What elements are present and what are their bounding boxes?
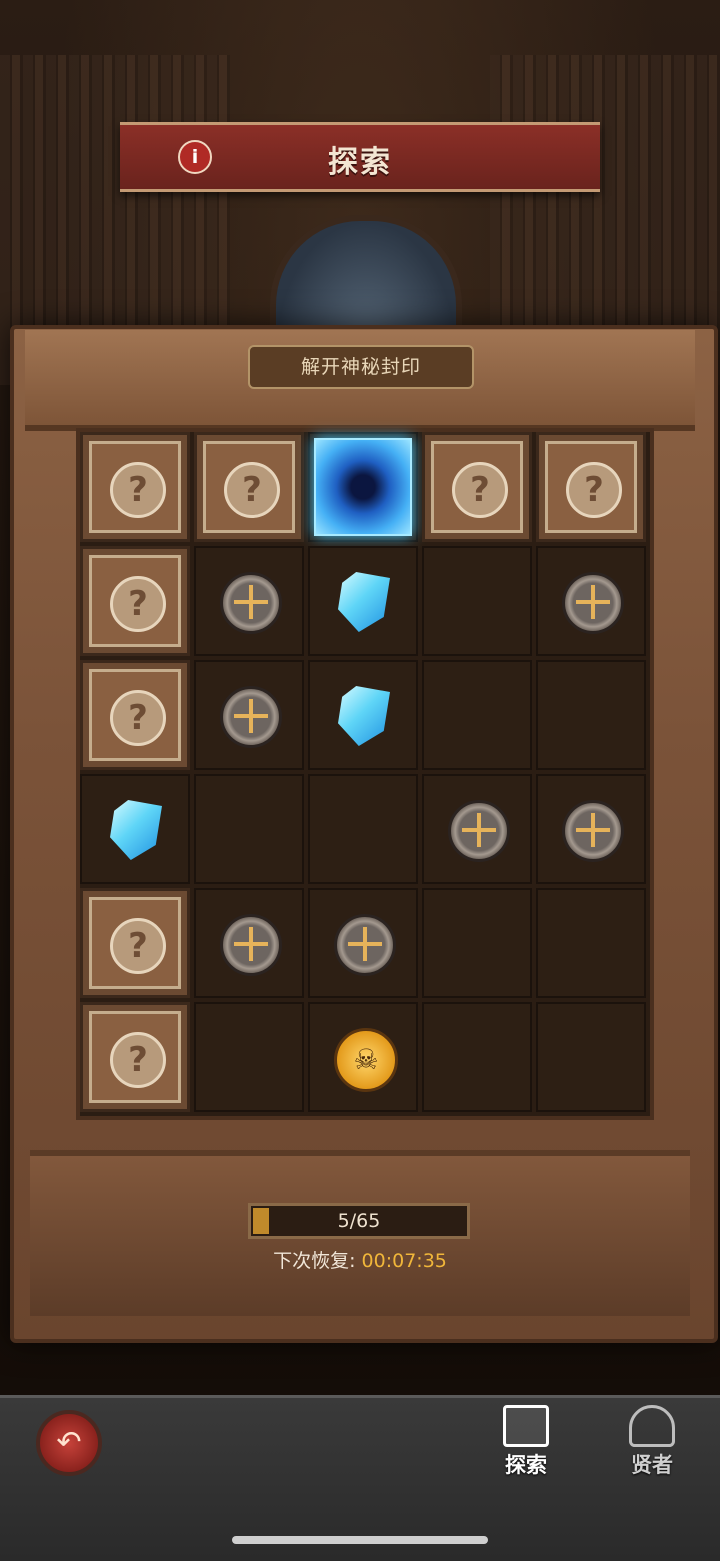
question-mark-icon: ? <box>452 462 508 518</box>
recover-timer: 下次恢复: 00:07:35 <box>0 1246 720 1273</box>
nav-tab-sage[interactable]: 贤者 <box>612 1405 692 1485</box>
cross-medal-icon <box>448 800 510 862</box>
nav-tab-sage-label: 贤者 <box>631 1453 673 1477</box>
nav-tab-explore[interactable]: 探索 <box>486 1405 566 1485</box>
grid-cell-medal[interactable] <box>194 546 304 656</box>
cross-medal-icon <box>220 572 282 634</box>
energy-progress-text: 5/65 <box>337 1210 381 1232</box>
grid-cell-crystal[interactable] <box>308 546 418 656</box>
grid-cell-sealed[interactable]: ? <box>80 546 190 656</box>
question-mark-icon: ? <box>224 462 280 518</box>
grid-cell-empty[interactable] <box>422 660 532 770</box>
recover-label: 下次恢复: <box>273 1250 356 1272</box>
crystal-icon <box>338 572 390 632</box>
cross-medal-icon <box>220 914 282 976</box>
grid-cell-sealed[interactable]: ? <box>80 888 190 998</box>
grid-cell-empty[interactable] <box>536 1002 646 1112</box>
grid-cell-sealed[interactable]: ? <box>194 432 304 542</box>
shelf-icon <box>503 1405 549 1447</box>
recover-time: 00:07:35 <box>361 1250 447 1272</box>
grid-cell-empty[interactable] <box>194 1002 304 1112</box>
cross-medal-icon <box>562 800 624 862</box>
board-subtitle: 解开神秘封印 <box>248 345 474 389</box>
question-mark-icon: ? <box>566 462 622 518</box>
grid-cell-sealed[interactable]: ? <box>536 432 646 542</box>
grid-cell-medal[interactable] <box>536 774 646 884</box>
question-mark-icon: ? <box>110 576 166 632</box>
grid-cell-medal[interactable] <box>536 546 646 656</box>
question-mark-icon: ? <box>110 462 166 518</box>
cross-medal-icon <box>334 914 396 976</box>
cross-medal-icon <box>220 686 282 748</box>
grid-cell-medal[interactable] <box>194 888 304 998</box>
grid-cell-crystal[interactable] <box>308 660 418 770</box>
grid-cell-empty[interactable] <box>536 660 646 770</box>
grid-cell-skull-coin[interactable]: ☠ <box>308 1002 418 1112</box>
crystal-icon <box>338 686 390 746</box>
info-icon[interactable]: i <box>178 140 212 174</box>
grid-cell-medal[interactable] <box>422 774 532 884</box>
grid-cell-empty[interactable] <box>308 774 418 884</box>
crystal-icon <box>110 800 162 860</box>
cross-medal-icon <box>562 572 624 634</box>
skull-coin-icon: ☠ <box>334 1028 398 1092</box>
exploration-grid: ???????? ☠ <box>76 428 654 1120</box>
grid-cell-empty[interactable] <box>536 888 646 998</box>
portal-icon <box>314 438 412 536</box>
grid-cell-medal[interactable] <box>308 888 418 998</box>
energy-progress-bar: 5/65 <box>248 1203 470 1239</box>
grid-cell-empty[interactable] <box>194 774 304 884</box>
question-mark-icon: ? <box>110 690 166 746</box>
grid-cell-medal[interactable] <box>194 660 304 770</box>
grid-cell-portal[interactable] <box>308 432 418 542</box>
home-indicator[interactable] <box>232 1536 488 1544</box>
grid-cell-empty[interactable] <box>422 1002 532 1112</box>
nav-tab-explore-label: 探索 <box>505 1453 547 1477</box>
grid-cell-empty[interactable] <box>422 888 532 998</box>
question-mark-icon: ? <box>110 918 166 974</box>
grid-cell-sealed[interactable]: ? <box>80 660 190 770</box>
grid-cell-sealed[interactable]: ? <box>422 432 532 542</box>
grid-cell-sealed[interactable]: ? <box>80 432 190 542</box>
back-button[interactable]: ↶ <box>36 1410 102 1476</box>
grid-cell-crystal[interactable] <box>80 774 190 884</box>
question-mark-icon: ? <box>110 1032 166 1088</box>
hooded-sage-icon <box>629 1405 675 1447</box>
grid-cell-empty[interactable] <box>422 546 532 656</box>
grid-cell-sealed[interactable]: ? <box>80 1002 190 1112</box>
